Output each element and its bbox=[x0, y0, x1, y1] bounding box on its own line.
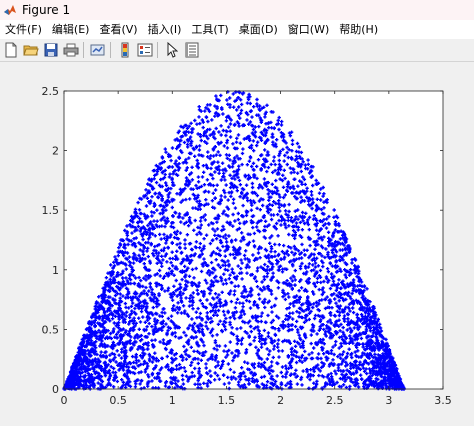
menu-window[interactable]: 窗口(W) bbox=[283, 20, 334, 39]
x-tick-label: 3 bbox=[385, 394, 392, 407]
edit-plot-icon[interactable] bbox=[163, 41, 181, 59]
y-tick-label: 0 bbox=[52, 383, 59, 396]
toolbar-separator bbox=[157, 42, 158, 58]
window-title: Figure 1 bbox=[22, 3, 71, 17]
print-icon[interactable] bbox=[62, 41, 80, 59]
y-tick-label: 0.5 bbox=[42, 323, 60, 336]
menu-bar: 文件(F) 编辑(E) 查看(V) 插入(I) 工具(T) 桌面(D) 窗口(W… bbox=[0, 20, 474, 39]
y-tick-label: 2.5 bbox=[42, 85, 60, 98]
title-bar: Figure 1 bbox=[0, 0, 474, 21]
menu-help[interactable]: 帮助(H) bbox=[334, 20, 383, 39]
menu-edit[interactable]: 编辑(E) bbox=[47, 20, 95, 39]
x-tick-label: 1 bbox=[169, 394, 176, 407]
x-tick-label: 1.5 bbox=[218, 394, 236, 407]
figure-canvas: 0 0.5 1 1.5 2 2.5 3 3.5 0 0.5 1 1.5 2 2.5 bbox=[0, 62, 474, 426]
x-tick-label: 0.5 bbox=[109, 394, 127, 407]
menu-desktop[interactable]: 桌面(D) bbox=[234, 20, 283, 39]
save-icon[interactable] bbox=[42, 41, 60, 59]
y-tick-label: 2 bbox=[52, 145, 59, 158]
menu-insert[interactable]: 插入(I) bbox=[143, 20, 187, 39]
y-tick-label: 1 bbox=[52, 264, 59, 277]
y-tick-label: 1.5 bbox=[42, 204, 60, 217]
x-tick-label: 2 bbox=[277, 394, 284, 407]
toolbar-separator bbox=[110, 42, 111, 58]
menu-tools[interactable]: 工具(T) bbox=[186, 20, 233, 39]
plot-axes[interactable]: 0 0.5 1 1.5 2 2.5 3 3.5 0 0.5 1 1.5 2 2.5 bbox=[0, 62, 474, 426]
new-figure-icon[interactable] bbox=[2, 41, 20, 59]
toolbar-separator bbox=[83, 42, 84, 58]
colorbar-icon[interactable] bbox=[116, 41, 134, 59]
x-tick-label: 2.5 bbox=[326, 394, 344, 407]
property-inspector-icon[interactable] bbox=[183, 41, 201, 59]
x-tick-label: 3.5 bbox=[434, 394, 452, 407]
open-file-icon[interactable] bbox=[22, 41, 40, 59]
legend-icon[interactable] bbox=[136, 41, 154, 59]
matlab-logo-icon bbox=[4, 5, 16, 15]
link-plot-icon[interactable] bbox=[89, 41, 107, 59]
menu-file[interactable]: 文件(F) bbox=[0, 20, 47, 39]
x-tick-label: 0 bbox=[61, 394, 68, 407]
figure-toolbar bbox=[0, 39, 474, 62]
menu-view[interactable]: 查看(V) bbox=[94, 20, 142, 39]
